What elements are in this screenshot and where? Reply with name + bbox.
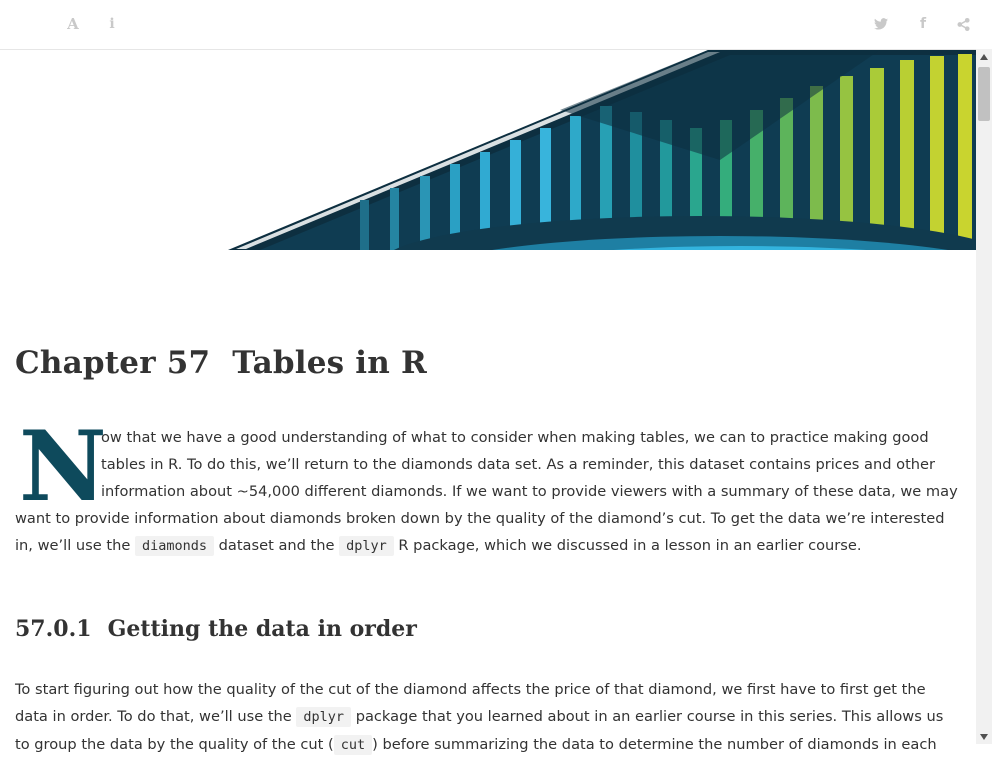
- scrollbar-thumb[interactable]: [978, 67, 990, 121]
- twitter-icon[interactable]: [869, 12, 893, 36]
- chapter-number: Chapter 57: [15, 345, 211, 381]
- book-toolbar: A i f: [0, 0, 992, 50]
- section-text-3: ) before summarizing the data to determi…: [372, 736, 937, 753]
- facebook-glyph: f: [919, 16, 927, 32]
- scroll-down-triangle: [980, 733, 988, 740]
- info-icon[interactable]: i: [100, 12, 124, 36]
- facebook-icon[interactable]: f: [911, 12, 935, 36]
- scroll-up-triangle: [980, 53, 988, 60]
- font-settings-icon[interactable]: A: [61, 12, 85, 36]
- intro-paragraph: Now that we have a good understanding of…: [15, 410, 960, 560]
- code-dplyr-2: dplyr: [296, 707, 352, 727]
- share-nodes-shape: [956, 17, 970, 31]
- section-paragraph: To start figuring out how the quality of…: [15, 676, 960, 759]
- font-settings-glyph: A: [67, 15, 79, 33]
- twitter-bird-shape: [874, 18, 888, 30]
- code-diamonds: diamonds: [134, 536, 214, 556]
- code-dplyr: dplyr: [339, 536, 394, 556]
- chapter-title: Chapter 57 Tables in R: [15, 345, 427, 381]
- code-cut: cut: [333, 735, 373, 755]
- intro-text-2: dataset and the: [213, 537, 340, 554]
- section-number: 57.0.1: [15, 616, 92, 642]
- dropcap-glyph: N: [19, 410, 107, 523]
- scroll-down-arrow-icon[interactable]: [976, 729, 992, 744]
- vertical-scrollbar[interactable]: [976, 49, 992, 744]
- section-title-text: Getting the data in order: [107, 616, 417, 642]
- intro-text-3: R package, which we discussed in a lesso…: [393, 537, 862, 554]
- dropcap-letter: N: [15, 410, 107, 523]
- share-icon[interactable]: [951, 12, 975, 36]
- scroll-up-arrow-icon[interactable]: [976, 49, 992, 64]
- info-glyph: i: [109, 16, 115, 32]
- course-banner-image: [0, 50, 976, 250]
- banner-artwork: [228, 50, 976, 250]
- chapter-title-text: Tables in R: [232, 345, 427, 381]
- section-heading: 57.0.1 Getting the data in order: [15, 616, 417, 642]
